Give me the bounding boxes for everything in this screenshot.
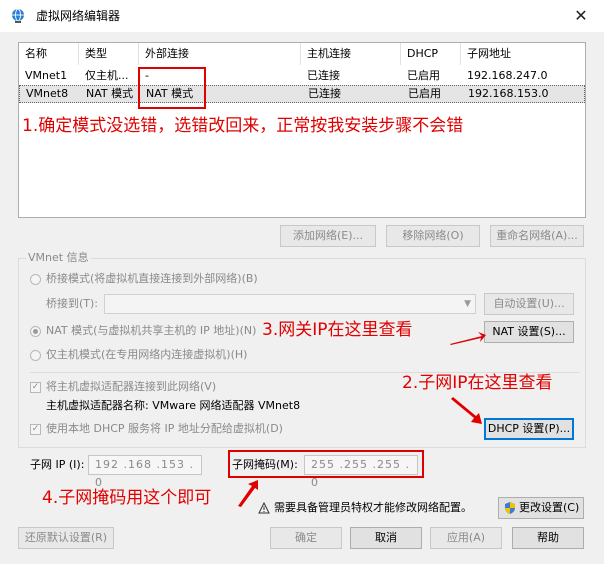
nat-mode-label: NAT 模式(与虚拟机共享主机的 IP 地址)(N) (46, 324, 257, 337)
column-header-subnet[interactable]: 子网地址 (461, 43, 585, 65)
annotation-arrow-icon (450, 332, 486, 345)
connect-adapter-label: 将主机虚拟适配器连接到此网络(V) (46, 380, 217, 393)
remove-network-button[interactable]: 移除网络(O) (386, 225, 480, 247)
row-cell: 192.168.247.0 (467, 69, 548, 82)
network-globe-icon (12, 8, 24, 23)
host-only-label: 仅主机模式(在专用网络内连接虚拟机)(H) (46, 348, 248, 361)
subnet-ip-label: 子网 IP (I): (30, 458, 85, 471)
auto-settings-button[interactable]: 自动设置(U)... (484, 293, 574, 315)
adapter-name-text: 主机虚拟适配器名称: VMware 网络适配器 VMnet8 (46, 399, 301, 412)
dhcp-settings-button[interactable]: DHCP 设置(P)... (484, 418, 574, 440)
highlight-box-subnet-mask (228, 450, 424, 478)
cancel-button[interactable]: 取消 (350, 527, 422, 549)
table-row-selected[interactable]: VMnet8 NAT 模式 NAT 模式 已连接 已启用 192.168.153… (19, 85, 585, 103)
close-icon[interactable]: ✕ (566, 4, 596, 28)
column-header-host[interactable]: 主机连接 (301, 43, 401, 65)
restore-defaults-button[interactable]: 还原默认设置(R) (18, 527, 114, 549)
nat-mode-radio[interactable] (30, 326, 41, 337)
rename-network-button[interactable]: 重命名网络(A)... (490, 225, 584, 247)
highlight-box-nat-mode (138, 67, 206, 109)
help-button[interactable]: 帮助 (512, 527, 584, 549)
chevron-down-icon: ▼ (464, 299, 471, 309)
column-header-type[interactable]: 类型 (79, 43, 139, 65)
vmnet-info-label: VMnet 信息 (26, 251, 91, 264)
subnet-ip-input[interactable]: 192 .168 .153 . 0 (88, 455, 202, 489)
ok-button[interactable]: 确定 (270, 527, 342, 549)
row-cell: NAT 模式 (86, 87, 134, 100)
change-settings-button[interactable]: 更改设置(C) (498, 497, 584, 519)
annotation-3: 3.网关IP在这里查看 (262, 320, 413, 340)
row-cell: VMnet1 (25, 69, 68, 82)
use-dhcp-checkbox[interactable]: ✓ (30, 424, 41, 435)
row-cell: 已启用 (408, 87, 441, 100)
admin-notice-text: 需要具备管理员特权才能修改网络配置。 (274, 501, 472, 514)
column-header-external[interactable]: 外部连接 (139, 43, 301, 65)
change-settings-label: 更改设置(C) (519, 501, 580, 514)
apply-button[interactable]: 应用(A) (430, 527, 502, 549)
bridge-to-label: 桥接到(T): (46, 297, 99, 310)
connect-adapter-checkbox[interactable]: ✓ (30, 382, 41, 393)
table-row[interactable]: VMnet1 仅主机... - 已连接 已启用 192.168.247.0 (19, 67, 585, 85)
bridge-mode-radio[interactable] (30, 274, 41, 285)
warning-icon (258, 502, 270, 514)
add-network-button[interactable]: 添加网络(E)... (280, 225, 376, 247)
row-cell: VMnet8 (26, 87, 69, 100)
host-only-radio[interactable] (30, 350, 41, 361)
window-title: 虚拟网络编辑器 (36, 9, 121, 23)
row-cell: 192.168.153.0 (468, 87, 549, 100)
row-cell: 已连接 (308, 87, 341, 100)
annotation-2: 2.子网IP在这里查看 (402, 373, 553, 393)
annotation-4: 4.子网掩码用这个即可 (42, 488, 212, 508)
column-header-name[interactable]: 名称 (19, 43, 79, 65)
title-bar: 虚拟网络编辑器 ✕ (0, 0, 604, 32)
row-cell: 已启用 (407, 69, 440, 82)
shield-icon (505, 502, 515, 514)
bridge-to-select[interactable]: ▼ (104, 294, 476, 314)
row-cell: 已连接 (307, 69, 340, 82)
nat-settings-button[interactable]: NAT 设置(S)... (484, 321, 574, 343)
row-cell: 仅主机... (85, 69, 129, 82)
bridge-mode-label: 桥接模式(将虚拟机直接连接到外部网络)(B) (46, 272, 258, 285)
annotation-1: 1.确定模式没选错，选错改回来，正常按我安装步骤不会错 (22, 116, 464, 136)
use-dhcp-label: 使用本地 DHCP 服务将 IP 地址分配给虚拟机(D) (46, 422, 283, 435)
annotation-arrow-icon (451, 397, 482, 424)
column-header-dhcp[interactable]: DHCP (401, 43, 461, 65)
